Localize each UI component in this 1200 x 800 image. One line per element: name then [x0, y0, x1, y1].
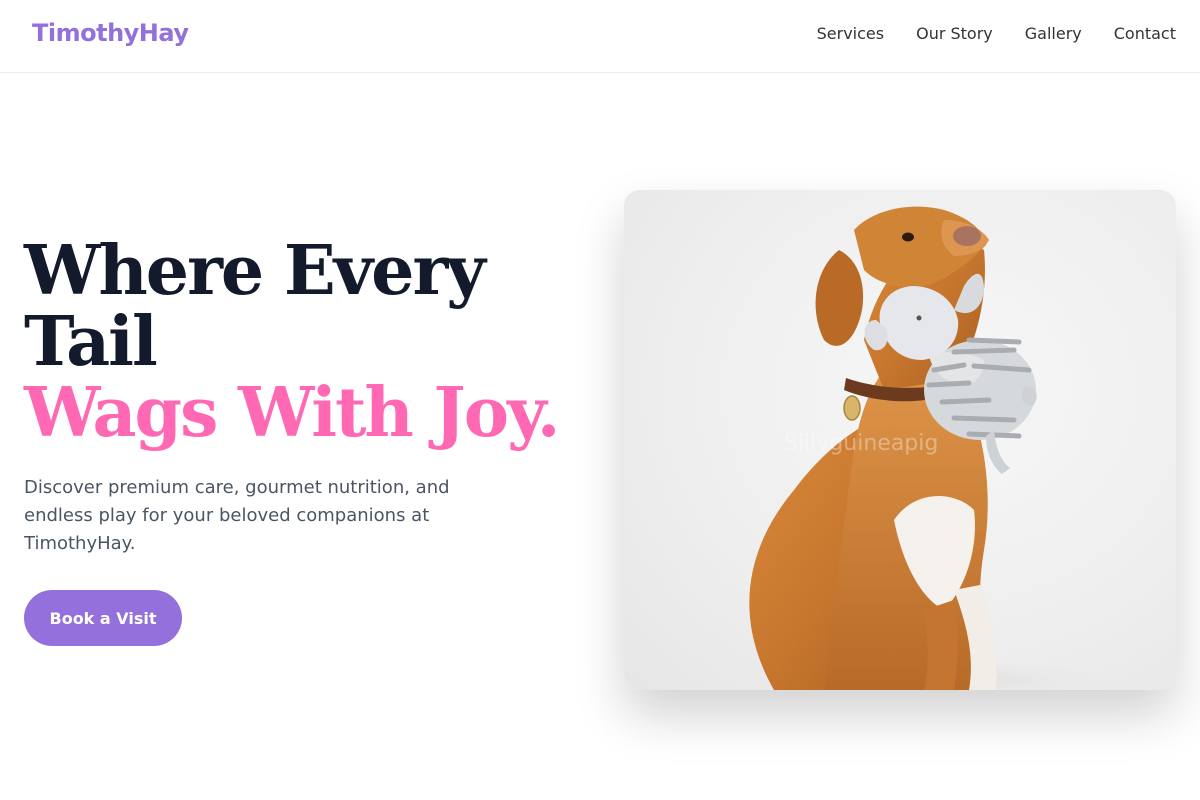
- book-visit-button[interactable]: Book a Visit: [24, 590, 182, 646]
- main-nav: Services Our Story Gallery Contact: [817, 23, 1176, 45]
- nav-our-story[interactable]: Our Story: [916, 23, 993, 45]
- site-header: TimothyHay Services Our Story Gallery Co…: [0, 0, 1200, 73]
- hero-title-line-2: Tail: [24, 302, 158, 382]
- image-watermark: Sillyguineapig: [784, 431, 938, 456]
- hero-title: Where Every Tail Wags With Joy.: [24, 236, 564, 449]
- hero-title-line-1: Where Every: [24, 231, 486, 311]
- dog-illustration: Sillyguineapig: [724, 206, 1124, 690]
- nav-services[interactable]: Services: [817, 23, 884, 45]
- hero-description: Discover premium care, gourmet nutrition…: [24, 477, 450, 554]
- logo[interactable]: TimothyHay: [32, 19, 189, 47]
- hero-title-highlight: Wags With Joy.: [24, 373, 560, 453]
- nav-contact[interactable]: Contact: [1114, 23, 1176, 45]
- hero-image: Sillyguineapig: [624, 190, 1176, 690]
- nav-gallery[interactable]: Gallery: [1025, 23, 1082, 45]
